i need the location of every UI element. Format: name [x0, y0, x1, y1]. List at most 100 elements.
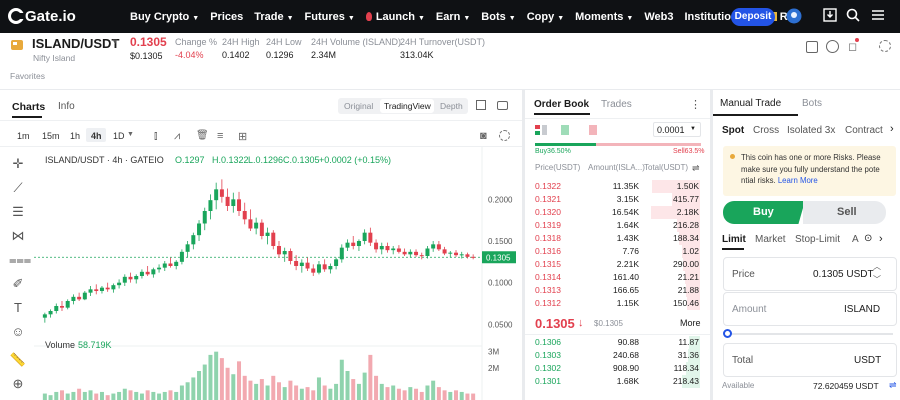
- tf-4h[interactable]: 4h: [91, 131, 102, 141]
- swap-icon[interactable]: ⇌: [692, 163, 700, 174]
- nav-item-earn[interactable]: Earn ▼: [436, 11, 470, 23]
- nav-item-prices[interactable]: Prices: [210, 11, 243, 23]
- deposit-button[interactable]: Deposit: [731, 8, 775, 26]
- tab-info[interactable]: Info: [58, 101, 75, 112]
- avatar[interactable]: [786, 8, 802, 24]
- tf-1h[interactable]: 1h: [70, 131, 80, 141]
- ask-row[interactable]: 0.1320 16.54K 2.18K: [525, 206, 710, 219]
- chevron-right-icon[interactable]: ›: [890, 123, 894, 135]
- nav-item-launch[interactable]: Launch ▼: [365, 11, 425, 23]
- layout-bids-icon[interactable]: [561, 125, 569, 138]
- tf-1m[interactable]: 1m: [17, 131, 30, 141]
- download-icon[interactable]: [822, 8, 838, 24]
- layout-asks-icon[interactable]: [589, 125, 597, 138]
- tab-bots[interactable]: Bots: [802, 98, 822, 109]
- mode-isolated[interactable]: Isolated 3x: [787, 125, 835, 136]
- menu-icon[interactable]: [870, 8, 886, 24]
- nav-item-futures[interactable]: Futures ▼: [305, 11, 355, 23]
- nav-item-moments[interactable]: Moments ▼: [575, 11, 633, 23]
- fullscreen-icon[interactable]: [476, 100, 486, 110]
- brush-icon[interactable]: ✐: [9, 276, 27, 294]
- ask-row[interactable]: 0.1319 1.64K 216.28: [525, 219, 710, 232]
- pair-name[interactable]: ISLAND/USDT: [32, 36, 119, 51]
- mode-spot[interactable]: Spot: [722, 125, 744, 136]
- trash-icon[interactable]: 🗑: [196, 130, 209, 141]
- bid-row[interactable]: 0.1301 1.68K 218.43: [525, 375, 710, 388]
- ask-row[interactable]: 0.1322 11.35K 1.50K: [525, 180, 710, 193]
- compass-icon[interactable]: [826, 40, 839, 53]
- nav-item-buy-crypto[interactable]: Buy Crypto ▼: [130, 11, 199, 23]
- tf-1d[interactable]: 1D: [113, 131, 125, 141]
- horizontal-lines-icon[interactable]: ☰: [9, 204, 27, 222]
- camera-icon[interactable]: ◙: [480, 130, 487, 142]
- ask-row[interactable]: 0.1313 166.65 21.88: [525, 284, 710, 297]
- tab-order-book[interactable]: Order Book: [534, 99, 589, 110]
- layout-grid-icon[interactable]: ⊞: [238, 130, 247, 143]
- order-type-limit[interactable]: Limit: [722, 234, 746, 245]
- tf-dropdown-icon[interactable]: ▼: [127, 131, 134, 138]
- order-type-more[interactable]: A: [852, 234, 859, 245]
- amount-slider-handle[interactable]: [723, 329, 732, 338]
- nav-item-copy[interactable]: Copy ▼: [527, 11, 564, 23]
- tab-trades[interactable]: Trades: [601, 99, 632, 110]
- bid-row[interactable]: 0.1302 908.90 118.34: [525, 362, 710, 375]
- chevron-right-icon[interactable]: ›: [879, 233, 883, 245]
- ruler-icon[interactable]: 📏: [9, 352, 27, 370]
- view-depth[interactable]: Depth: [440, 101, 463, 111]
- tf-15m[interactable]: 15m: [42, 131, 60, 141]
- favorites-link[interactable]: Favorites: [10, 71, 45, 81]
- candle-body: [242, 211, 247, 220]
- ask-row[interactable]: 0.1314 161.40 21.21: [525, 271, 710, 284]
- search-icon[interactable]: [845, 8, 861, 24]
- nav-item-trade[interactable]: Trade ▼: [254, 11, 293, 23]
- nav-item-bots[interactable]: Bots ▼: [481, 11, 515, 23]
- ob-amount: 161.40: [613, 272, 639, 282]
- text-icon[interactable]: T: [9, 300, 27, 318]
- ob-price: 0.1320: [535, 207, 561, 217]
- emoji-icon[interactable]: ☺: [9, 324, 27, 342]
- candle-body: [139, 271, 144, 276]
- more-link[interactable]: More: [680, 318, 701, 328]
- decrement-icon[interactable]: ﹀: [873, 274, 881, 285]
- ask-row[interactable]: 0.1315 2.21K 290.00: [525, 258, 710, 271]
- bid-row[interactable]: 0.1303 240.68 31.36: [525, 349, 710, 362]
- increment-icon[interactable]: ︿: [873, 261, 881, 272]
- pattern-icon[interactable]: ⋈: [9, 228, 27, 246]
- bid-row[interactable]: 0.1306 90.88 11.87: [525, 336, 710, 349]
- ask-row[interactable]: 0.1321 3.15K 415.77: [525, 193, 710, 206]
- gate-logo[interactable]: Gate.io: [8, 8, 76, 25]
- info-icon[interactable]: ⊙: [864, 233, 872, 244]
- indicators-icon[interactable]: ⩘: [174, 130, 180, 143]
- mode-contract[interactable]: Contract: [845, 125, 883, 136]
- zoom-in-icon[interactable]: ⊕: [9, 376, 27, 394]
- order-type-stop-limit[interactable]: Stop-Limit: [795, 234, 840, 245]
- nav-item-web3[interactable]: Web3: [644, 11, 673, 23]
- amount-slider-track[interactable]: [729, 333, 893, 335]
- tab-charts[interactable]: Charts: [12, 101, 45, 113]
- ask-row[interactable]: 0.1316 7.76 1.02: [525, 245, 710, 258]
- settings-lines-icon[interactable]: ≡: [217, 130, 223, 142]
- more-options-icon[interactable]: ⋮: [690, 98, 701, 111]
- ask-row[interactable]: 0.1318 1.43K 188.34: [525, 232, 710, 245]
- price-input-value[interactable]: 0.1305 USDT: [813, 269, 874, 280]
- view-tradingview[interactable]: TradingView: [384, 101, 431, 111]
- available-value: 72.620459 USDT: [813, 381, 879, 391]
- learn-more-link[interactable]: Learn More: [778, 176, 818, 185]
- settings-icon[interactable]: [879, 40, 891, 52]
- ask-row[interactable]: 0.1312 1.15K 150.46: [525, 297, 710, 310]
- transfer-icon[interactable]: ⇌: [889, 380, 897, 391]
- pair-dropdown-icon[interactable]: ▼: [111, 37, 119, 46]
- candle-type-icon[interactable]: ⫾: [154, 130, 158, 143]
- fib-icon[interactable]: ⩶: [9, 252, 31, 270]
- price-chart[interactable]: 0.0500 0.1000 0.1500 0.2000 0.1305 3M 2M: [34, 146, 522, 400]
- view-original[interactable]: Original: [344, 101, 373, 111]
- order-type-market[interactable]: Market: [755, 234, 786, 245]
- crosshair-icon[interactable]: ✛: [9, 156, 27, 174]
- edit-icon[interactable]: [806, 41, 818, 53]
- layout-both-icon[interactable]: [535, 125, 547, 138]
- candle-body: [99, 287, 104, 291]
- trendline-icon[interactable]: ⟋: [9, 180, 27, 198]
- chart-settings-icon[interactable]: [499, 130, 510, 141]
- mode-cross[interactable]: Cross: [753, 125, 779, 136]
- window-icon[interactable]: [497, 101, 508, 110]
